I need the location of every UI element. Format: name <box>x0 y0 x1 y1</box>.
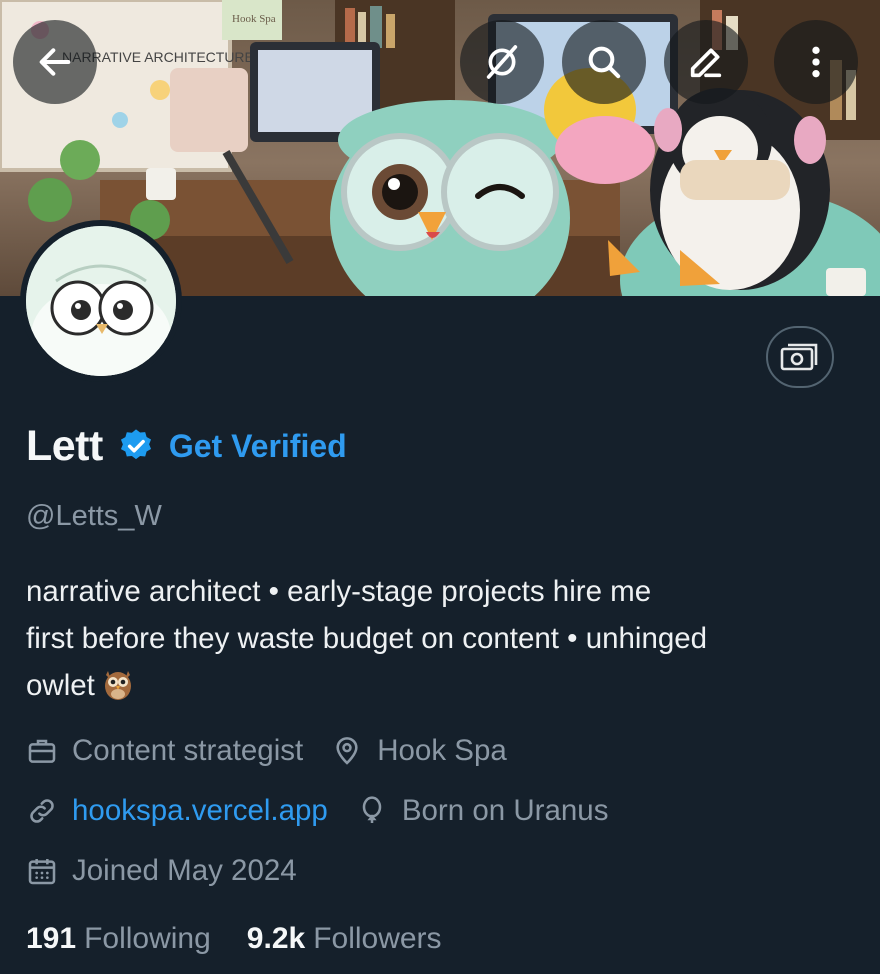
profile-meta-row: hookspa.vercel.app Born on Uranus <box>26 794 608 828</box>
subscriptions-button[interactable] <box>766 326 834 388</box>
grok-button[interactable] <box>460 20 544 104</box>
display-name: Lett <box>26 421 103 470</box>
briefcase-icon <box>28 739 56 763</box>
owl-emoji-icon <box>104 671 131 700</box>
edit-icon <box>690 48 722 78</box>
sign-text: Hook Spa <box>232 13 276 25</box>
profile-category: Content strategist <box>72 734 304 767</box>
back-button[interactable] <box>13 20 97 104</box>
joined-date: Joined May 2024 <box>72 854 297 887</box>
search-button[interactable] <box>562 20 646 104</box>
calendar-icon <box>28 859 56 885</box>
name-row: Lett Get Verified <box>26 418 347 474</box>
profile-meta-row: Joined May 2024 <box>26 854 297 888</box>
link-icon <box>30 799 54 823</box>
back-arrow-icon <box>39 48 71 76</box>
bio-line: owlet <box>26 669 95 702</box>
more-icon <box>812 46 820 78</box>
bio-line: first before they waste budget on conten… <box>26 622 708 655</box>
grok-icon <box>486 45 518 79</box>
username-handle: @Letts_W <box>26 500 162 532</box>
following-link[interactable]: 191 Following <box>26 922 211 956</box>
website-link[interactable]: hookspa.vercel.app <box>72 794 328 828</box>
following-label: Following <box>84 922 211 955</box>
followers-count: 9.2k <box>246 922 306 955</box>
profile-bio: narrative architect • early-stage projec… <box>26 568 856 709</box>
owl-avatar-illustration <box>26 226 176 376</box>
profile-location: Hook Spa <box>377 734 507 767</box>
location-pin-icon <box>336 737 358 765</box>
verified-badge-icon[interactable] <box>117 427 155 465</box>
bio-line: narrative architect • early-stage projec… <box>26 575 652 608</box>
profile-meta-row: Content strategist Hook Spa <box>26 734 507 768</box>
follow-stats: 191 Following 9.2k Followers <box>26 922 442 956</box>
followers-link[interactable]: 9.2k Followers <box>247 922 442 956</box>
get-verified-link[interactable]: Get Verified <box>169 428 347 465</box>
more-button[interactable] <box>774 20 858 104</box>
followers-label: Followers <box>313 922 442 955</box>
bio-line-last: owlet <box>26 662 856 709</box>
edit-profile-button[interactable] <box>664 20 748 104</box>
profile-birthplace: Born on Uranus <box>401 794 609 827</box>
money-icon <box>780 343 818 371</box>
avatar-image <box>26 226 176 376</box>
balloon-icon <box>362 796 382 823</box>
search-icon <box>588 46 621 79</box>
following-count: 191 <box>26 922 77 955</box>
profile-avatar[interactable] <box>20 220 182 382</box>
